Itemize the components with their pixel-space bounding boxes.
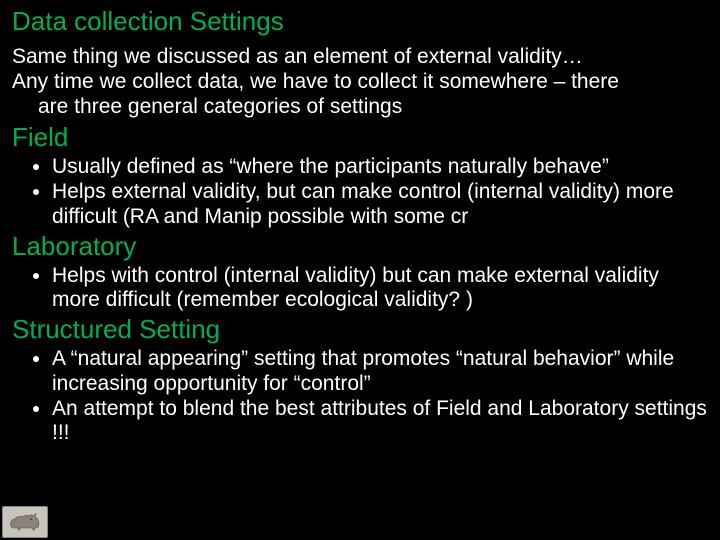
intro-line-1: Same thing we discussed as an element of… xyxy=(12,45,583,68)
rhino-icon xyxy=(2,506,48,538)
list-item: Helps external validity, but can make co… xyxy=(52,180,708,230)
bullet-list-structured: A “natural appearing” setting that promo… xyxy=(12,347,708,446)
section-heading-structured: Structured Setting xyxy=(12,315,708,345)
bullet-list-field: Usually defined as “where the participan… xyxy=(12,155,708,229)
section-heading-laboratory: Laboratory xyxy=(12,232,708,262)
intro-line-2a: Any time we collect data, we have to col… xyxy=(12,70,619,93)
intro-line-2b: are three general categories of settings xyxy=(12,95,708,120)
list-item: Usually defined as “where the participan… xyxy=(52,155,708,180)
intro-text: Same thing we discussed as an element of… xyxy=(12,45,708,119)
slide: Data collection Settings Same thing we d… xyxy=(0,0,720,540)
list-item: An attempt to blend the best attributes … xyxy=(52,397,708,447)
bullet-list-laboratory: Helps with control (internal validity) b… xyxy=(12,264,708,314)
section-heading-field: Field xyxy=(12,123,708,153)
list-item: A “natural appearing” setting that promo… xyxy=(52,347,708,397)
list-item: Helps with control (internal validity) b… xyxy=(52,264,708,314)
slide-title: Data collection Settings xyxy=(12,6,708,37)
